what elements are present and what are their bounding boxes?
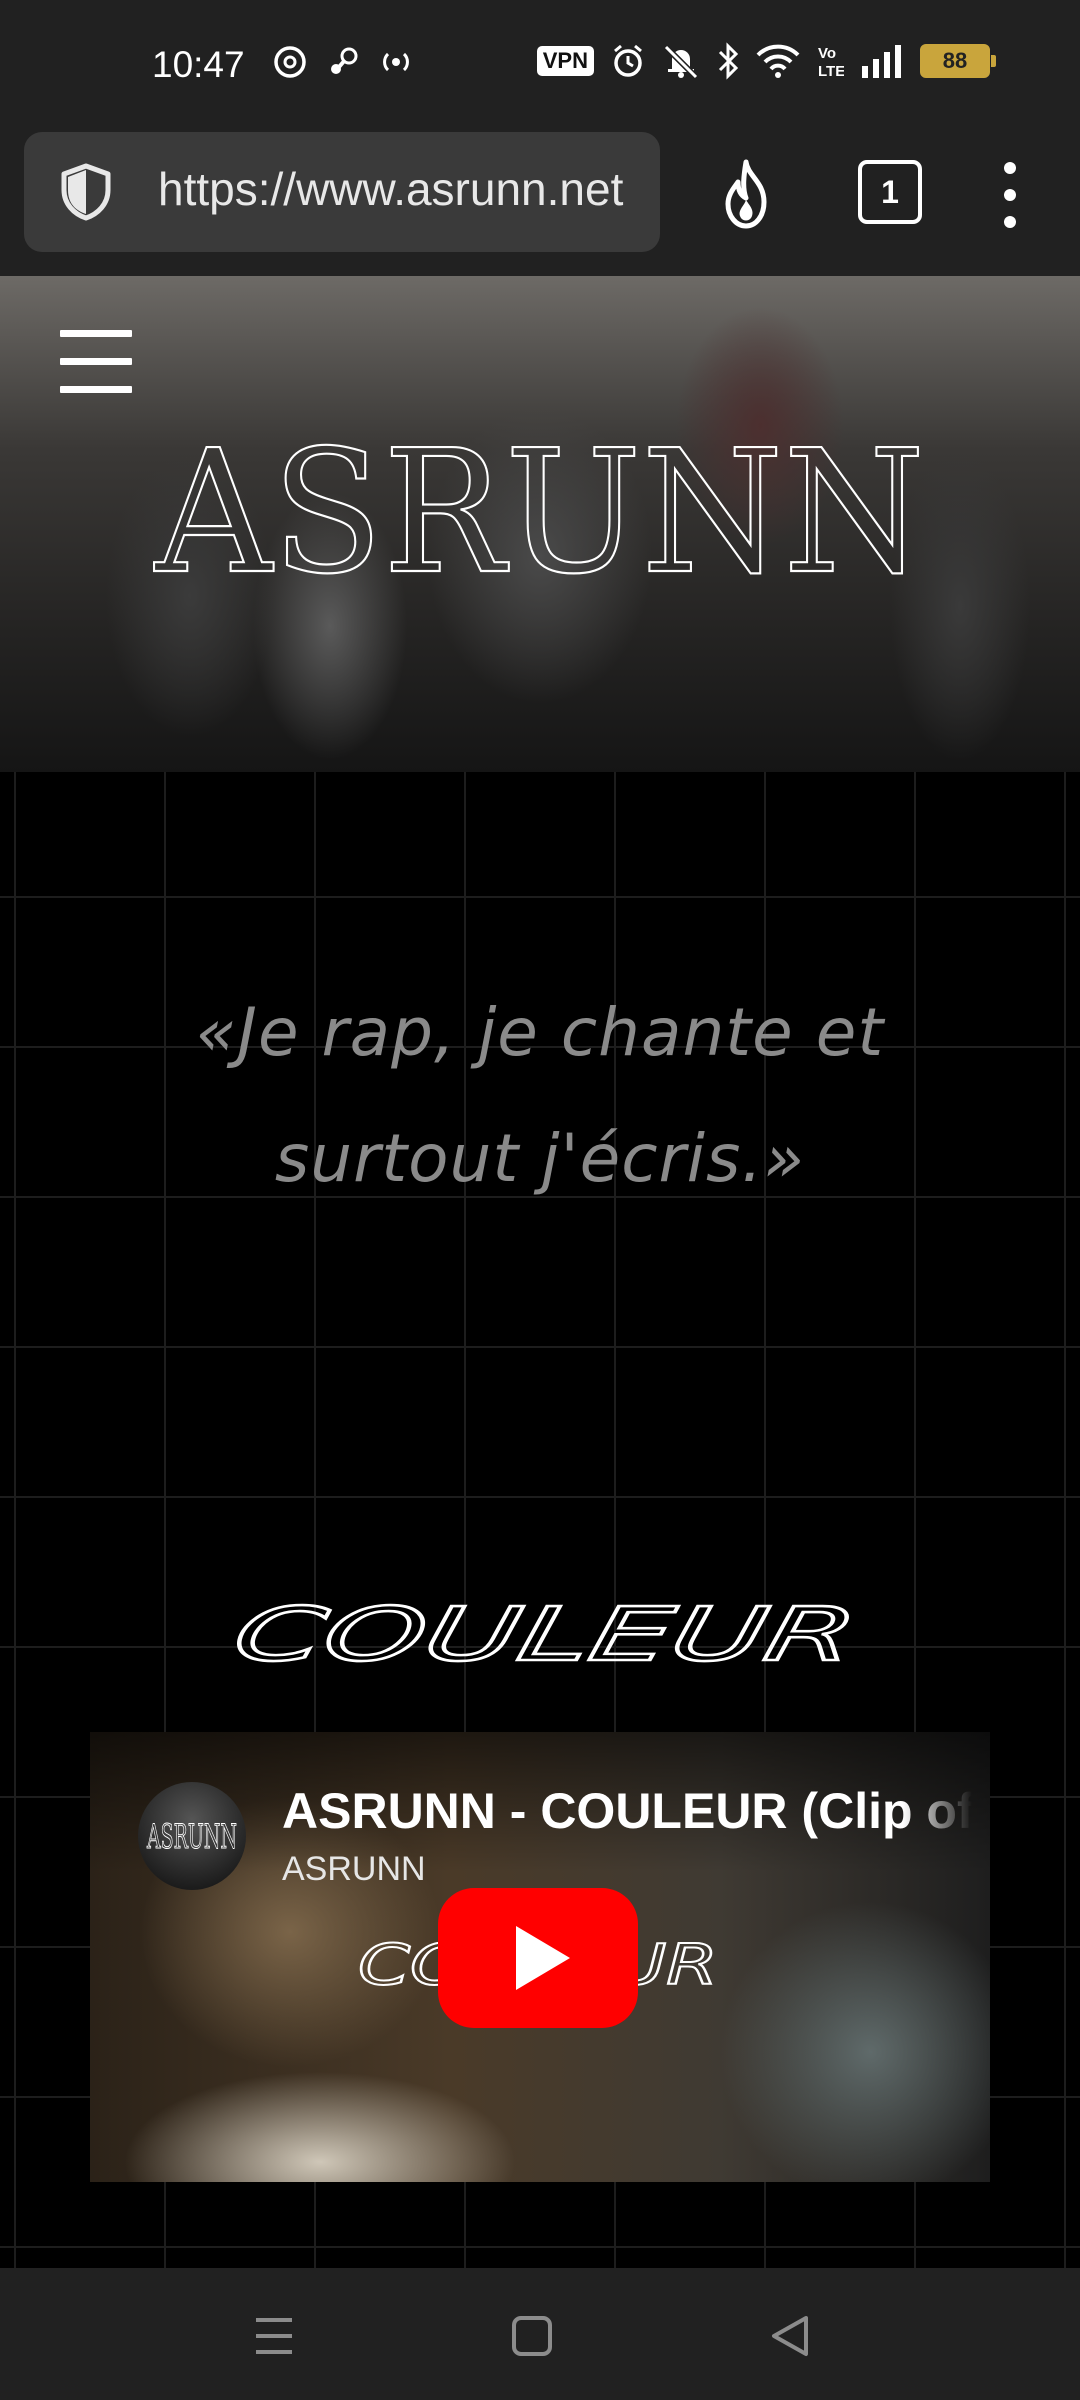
home-icon[interactable] [504, 2308, 560, 2364]
status-bar: 10:47 VPN Vo LTE 88 [0, 0, 1080, 130]
tab-counter-button[interactable]: 1 [858, 160, 922, 224]
alarm-icon [614, 44, 642, 77]
svg-text:LTE: LTE [818, 63, 844, 79]
quote-line-1: «Je rap, je chante et [195, 994, 885, 1071]
wifi-icon [756, 44, 800, 78]
browser-toolbar: https://www.asrunn.net 1 [0, 130, 1080, 276]
avatar-logo-text: ASRUNN [146, 1818, 237, 1854]
svg-text:Vo: Vo [818, 45, 836, 62]
muted-bell-icon [663, 44, 699, 79]
back-icon[interactable] [762, 2308, 818, 2364]
status-left-icons [272, 44, 414, 80]
channel-avatar[interactable]: ASRUNN [138, 1782, 246, 1890]
hamburger-menu-icon[interactable] [60, 330, 132, 400]
threads-icon [274, 46, 306, 78]
hotspot-icon [383, 52, 409, 72]
logo-text: ASRUNN [154, 426, 925, 586]
artist-quote: «Je rap, je chante et surtout j'écris.» [0, 970, 1080, 1222]
song-title-block: COULEUR [0, 1590, 1080, 1679]
site-logo[interactable]: ASRUNN [150, 426, 930, 586]
flame-icon[interactable] [714, 158, 778, 230]
quote-line-2: surtout j'écris.» [274, 1120, 806, 1197]
signal-icon [862, 45, 901, 78]
volte-icon: VoLTE [818, 45, 844, 79]
video-title[interactable]: ASRUNN - COULEUR (Clip officiel) [282, 1782, 972, 1840]
video-channel-name[interactable]: ASRUNN [282, 1850, 426, 1889]
song-title-text: COULEUR [226, 1594, 860, 1674]
url-text[interactable]: https://www.asrunn.net [158, 162, 658, 216]
recent-apps-icon[interactable] [246, 2308, 302, 2364]
youtube-embed[interactable]: ASRUNN ASRUNN - COULEUR (Clip officiel) … [90, 1732, 990, 2182]
play-button[interactable] [438, 1888, 638, 2028]
status-right-icons: VPN Vo LTE 88 [536, 42, 996, 80]
hero-banner: ASRUNN [0, 276, 1080, 772]
more-menu-icon[interactable] [998, 160, 1022, 230]
vpn-badge: VPN [536, 46, 594, 76]
system-nav-bar [0, 2268, 1080, 2400]
address-bar[interactable]: https://www.asrunn.net [24, 132, 660, 252]
shield-icon[interactable] [56, 162, 116, 222]
status-time: 10:47 [152, 44, 245, 85]
battery-icon: 88 [920, 44, 996, 78]
song-title: COULEUR [225, 1590, 866, 1679]
bluetooth-icon [718, 42, 739, 80]
steam-icon [331, 47, 358, 74]
avatar-logo: ASRUNN [146, 1818, 238, 1854]
